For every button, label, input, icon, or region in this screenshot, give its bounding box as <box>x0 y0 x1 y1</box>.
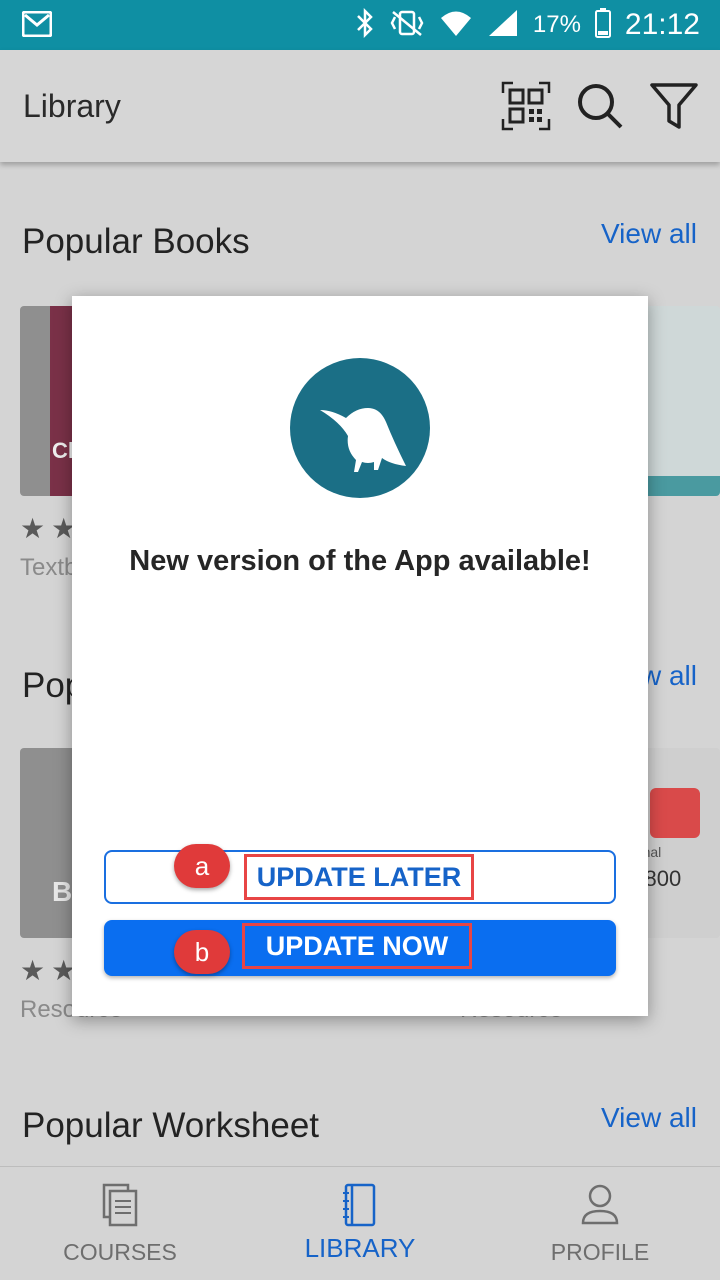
profile-icon <box>580 1183 620 1227</box>
wifi-icon <box>439 8 473 43</box>
library-icon <box>340 1183 380 1227</box>
bluetooth-icon <box>355 7 375 43</box>
update-message: New version of the App available! <box>129 545 591 577</box>
vibrate-icon <box>389 8 425 43</box>
section-title-popular-books: Popular Books <box>22 222 250 261</box>
update-now-label: UPDATE NOW <box>242 923 472 969</box>
nav-library-label: LIBRARY <box>304 1233 416 1263</box>
book-cover-text: Cl <box>52 438 74 463</box>
bird-logo-icon <box>290 358 430 498</box>
search-icon[interactable] <box>574 80 626 132</box>
status-bar: 17% 21:12 <box>0 0 720 50</box>
page-title: Library <box>23 88 121 124</box>
nav-courses[interactable]: COURSES <box>0 1167 240 1280</box>
battery-icon <box>594 7 611 43</box>
filter-icon[interactable] <box>648 80 700 132</box>
annotation-marker-b: b <box>174 930 230 974</box>
annotation-marker-a: a <box>174 844 230 888</box>
resource-cover-text: B <box>52 876 73 907</box>
bottom-navigation: COURSES LIBRARY PROFILE <box>0 1166 720 1280</box>
book-category: Textb <box>20 554 78 581</box>
nav-profile-label: PROFILE <box>550 1239 650 1265</box>
nav-profile[interactable]: PROFILE <box>480 1167 720 1280</box>
battery-percent: 17% <box>532 11 581 38</box>
view-all-worksheet-link[interactable]: View all <box>601 1102 697 1134</box>
nav-courses-label: COURSES <box>63 1239 177 1265</box>
view-all-books-link[interactable]: View all <box>601 218 697 250</box>
update-dialog: New version of the App available! UPDATE… <box>72 296 648 1016</box>
courses-icon <box>100 1183 140 1227</box>
section-title-popular-worksheet: Popular Worksheet <box>22 1106 320 1145</box>
gmail-notification-icon <box>21 10 53 42</box>
signal-icon <box>487 8 519 43</box>
qr-scan-icon[interactable] <box>500 80 552 132</box>
nav-library[interactable]: LIBRARY <box>240 1167 480 1280</box>
clock: 21:12 <box>624 8 700 41</box>
app-bar: Library <box>0 50 720 162</box>
update-later-label: UPDATE LATER <box>244 854 474 900</box>
view-all-resources-link[interactable]: w all <box>641 660 697 692</box>
